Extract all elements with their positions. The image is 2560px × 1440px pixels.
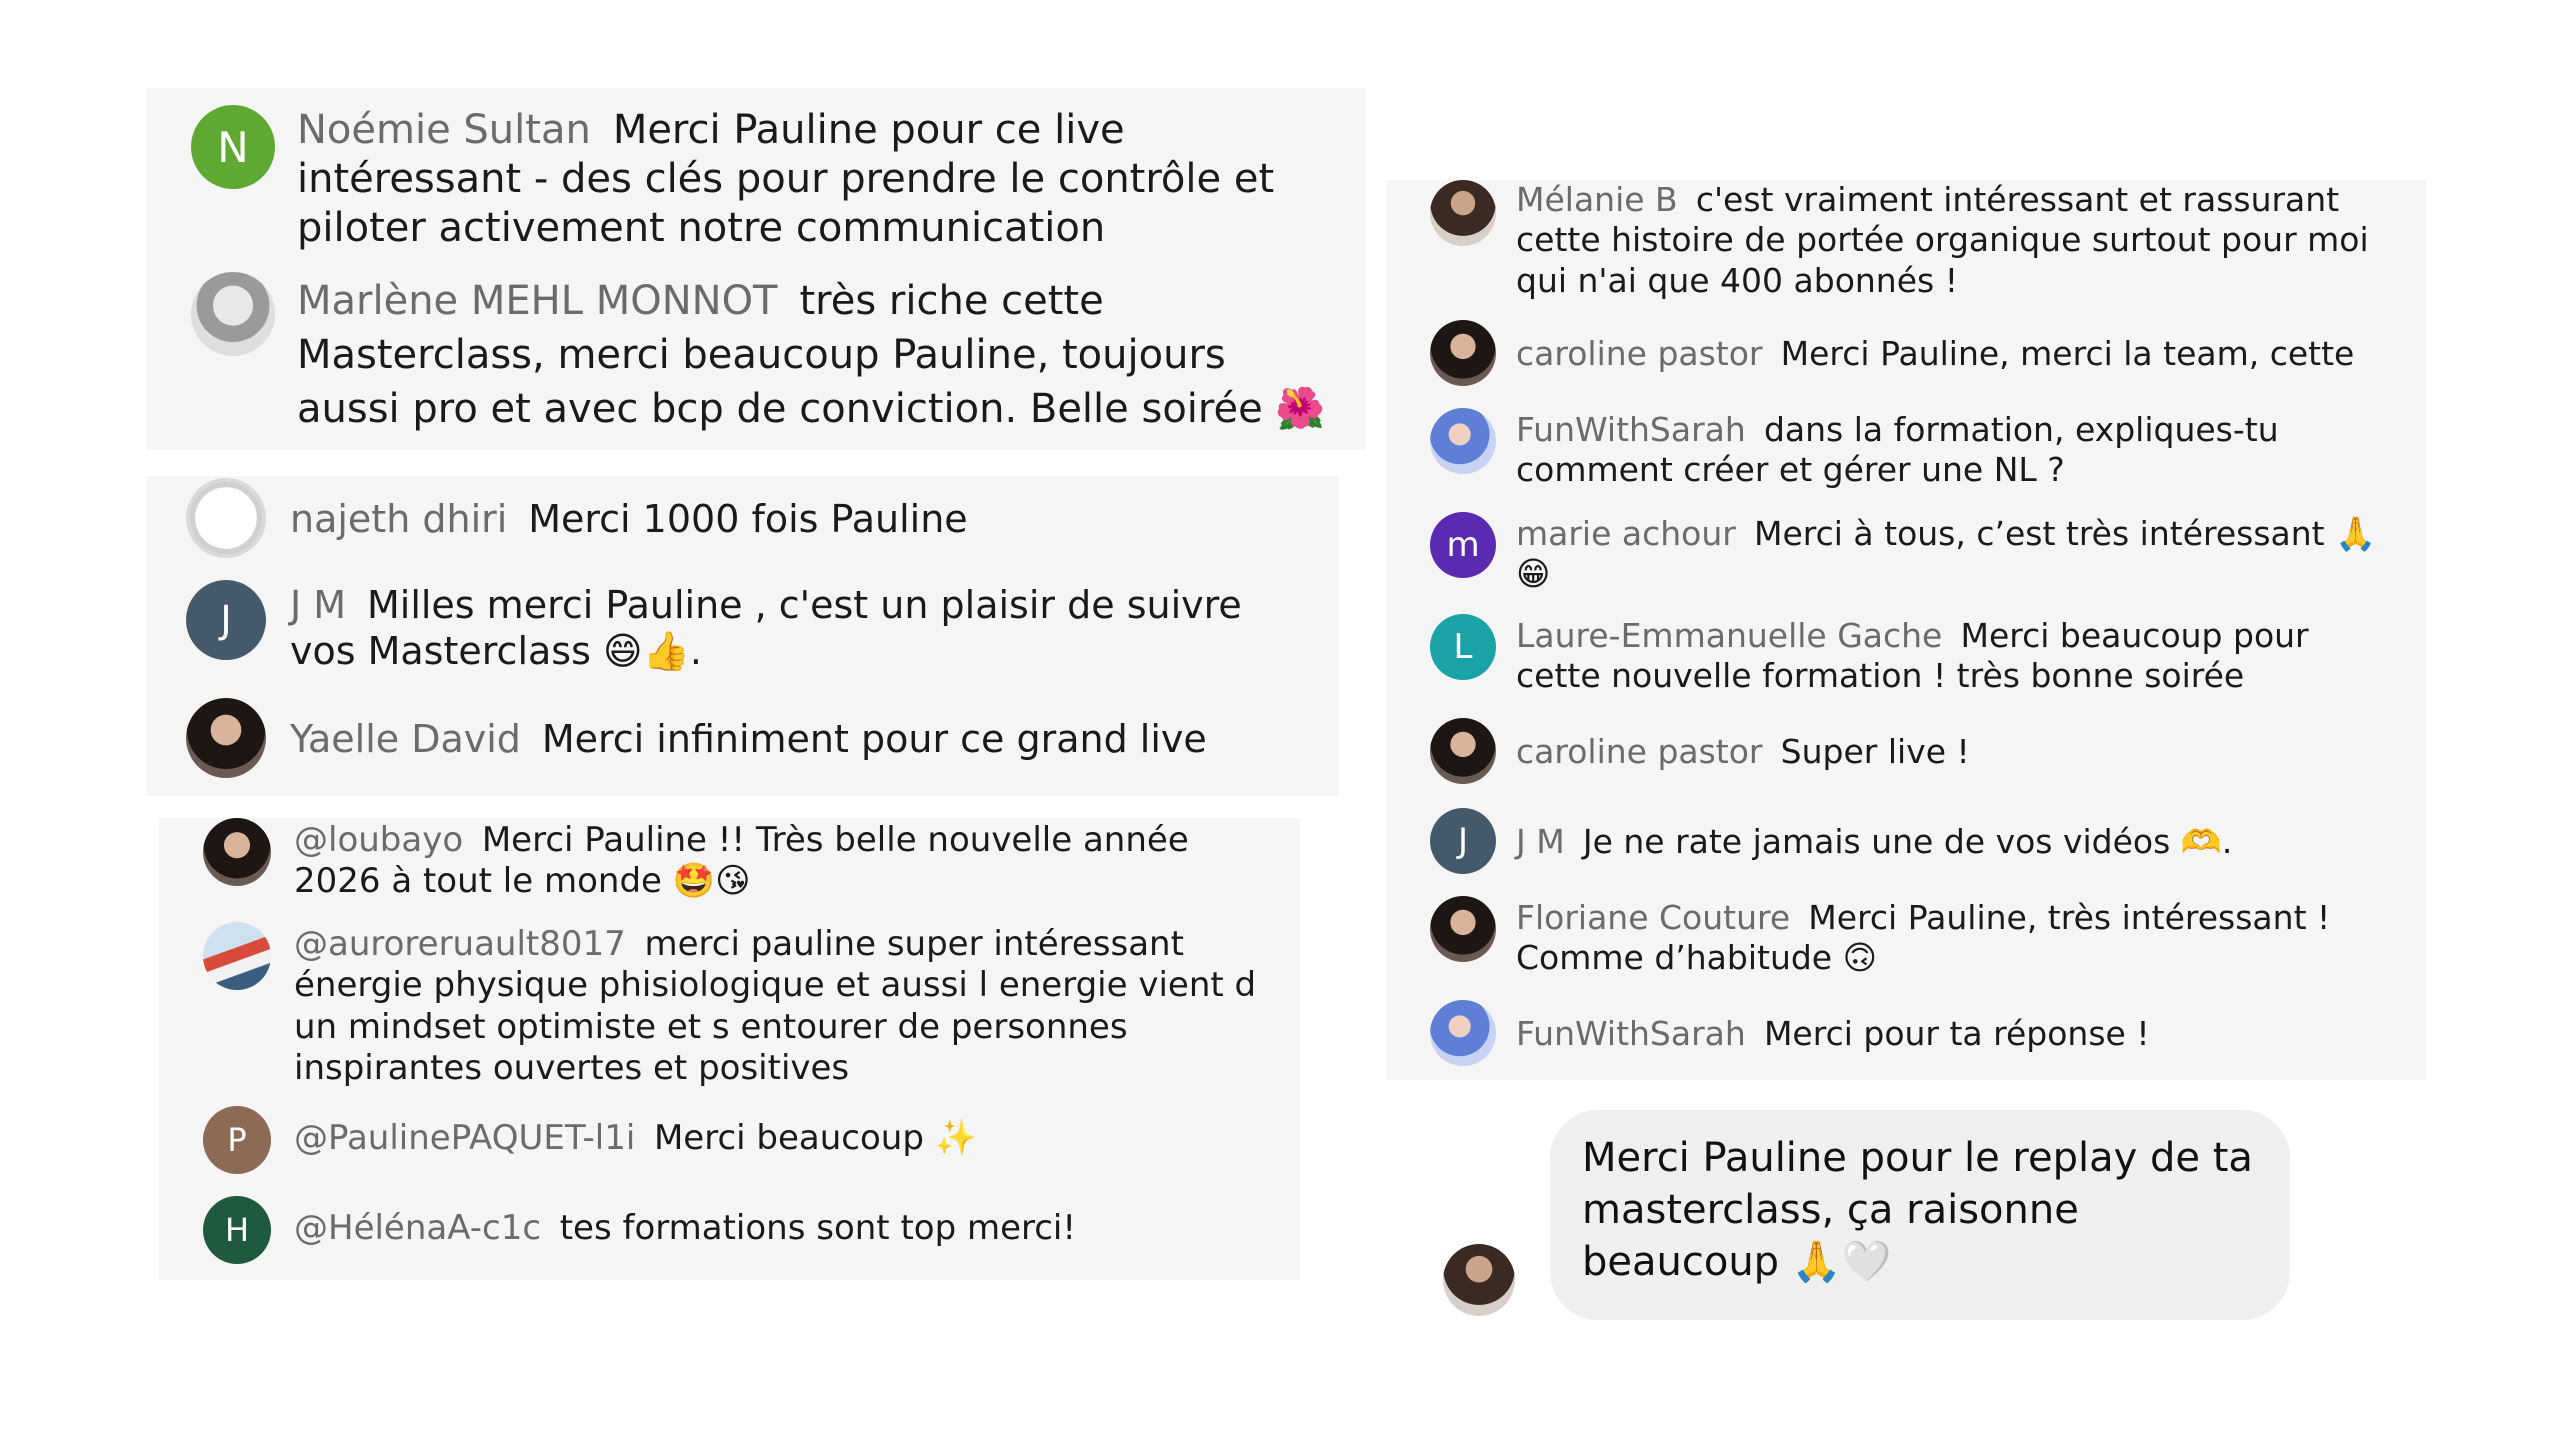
comment-text: caroline pastor Merci Pauline, merci la t… [1516, 334, 2355, 373]
avatar-loubayo [203, 818, 271, 886]
comment-text: Yaelle David Merci infiniment pour ce gra… [290, 717, 1207, 761]
comment-text: @HélénaA-c1c tes formations sont top merc… [294, 1208, 1077, 1248]
avatar-marie: m [1430, 512, 1496, 578]
message-text: Merci Pauline pour le replay de ta maste… [1582, 1135, 2253, 1285]
comment-author[interactable]: Marlène MEHL MONNOT [297, 278, 778, 324]
avatar-melanie [1430, 180, 1496, 246]
comment-author[interactable]: FunWithSarah [1516, 1014, 1746, 1053]
avatar-jm: J [1430, 808, 1496, 874]
comment-text: Noémie Sultan Merci Pauline pour ce live … [297, 107, 1275, 251]
comment-text: caroline pastor Super live ! [1516, 732, 1970, 771]
comment-author[interactable]: Floriane Couture [1516, 898, 1790, 937]
comment-author[interactable]: caroline pastor [1516, 732, 1763, 771]
avatar-funwithsarah [1430, 1000, 1496, 1066]
comment-text: Marlène MEHL MONNOT très riche cette Mast… [297, 278, 1326, 432]
avatar-paulinepaquet: P [203, 1106, 271, 1174]
comment-author[interactable]: Laure-Emmanuelle Gache [1516, 616, 1942, 655]
comment-text: FunWithSarah dans la formation, expliques… [1516, 410, 2279, 490]
avatar-noemie: N [191, 105, 275, 189]
comment-author[interactable]: marie achour [1516, 514, 1736, 553]
avatar-floriane [1430, 896, 1496, 962]
comment-author[interactable]: Mélanie B [1516, 180, 1678, 219]
comment-author[interactable]: @loubayo [294, 820, 463, 860]
comment-author[interactable]: @auroreruault8017 [294, 924, 626, 964]
comment-author[interactable]: caroline pastor [1516, 334, 1763, 373]
comment-author[interactable]: @HélénaA-c1c [294, 1208, 541, 1248]
avatar-yaelle [186, 698, 266, 778]
comment-author[interactable]: FunWithSarah [1516, 410, 1746, 449]
avatar-marlene [191, 272, 275, 356]
comment-text: @auroreruault8017 merci pauline super int… [294, 924, 1257, 1089]
comment-text: J M Je ne rate jamais une de vos vidéos 🫶… [1516, 822, 2233, 861]
avatar-laure: L [1430, 614, 1496, 680]
comment-author[interactable]: Noémie Sultan [297, 107, 591, 153]
comment-author[interactable]: @PaulinePAQUET-l1i [294, 1118, 635, 1158]
avatar-funwithsarah [1430, 408, 1496, 474]
comment-author[interactable]: J M [1516, 822, 1565, 861]
comment-text: FunWithSarah Merci pour ta réponse ! [1516, 1014, 2150, 1053]
comment-author[interactable]: J M [290, 583, 346, 627]
comment-author[interactable]: najeth dhiri [290, 497, 507, 541]
comment-author[interactable]: Yaelle David [290, 717, 521, 761]
message-bubble: Merci Pauline pour le replay de ta maste… [1550, 1110, 2290, 1320]
avatar-najeth [186, 478, 266, 558]
comment-text: @loubayo Merci Pauline !! Très belle nouv… [294, 820, 1189, 902]
avatar-caroline [1430, 718, 1496, 784]
comment-text: Mélanie Bc'est vraiment intéressant et r… [1516, 180, 2369, 300]
avatar-message-sender [1443, 1244, 1515, 1316]
comment-text: @PaulinePAQUET-l1i Merci beaucoup ✨ [294, 1118, 978, 1158]
comment-text: Floriane Couture Merci Pauline, très inté… [1516, 898, 2331, 978]
avatar-aurore [203, 922, 271, 990]
avatar-jm: J [186, 580, 266, 660]
comment-text: J M Milles merci Pauline , c'est un plais… [290, 583, 1242, 674]
comment-text: najeth dhiri Merci 1000 fois Pauline [290, 497, 968, 541]
comment-text: marie achour Merci à tous, c’est très int… [1516, 514, 2377, 594]
avatar-helena: H [203, 1196, 271, 1264]
comment-text: Laure-Emmanuelle Gache Merci beaucoup pou… [1516, 616, 2309, 696]
avatar-caroline [1430, 320, 1496, 386]
